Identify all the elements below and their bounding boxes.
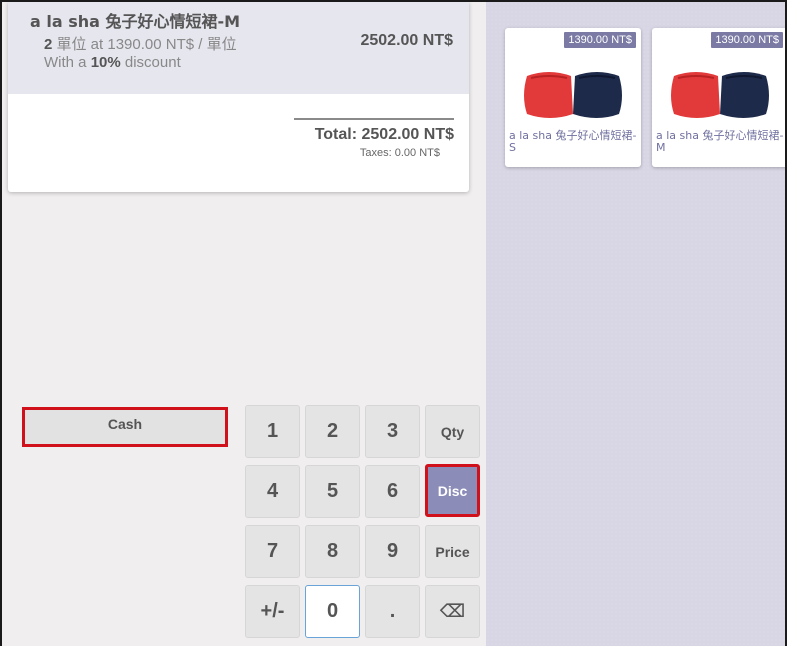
product-image	[524, 72, 622, 118]
discount-value: 10%	[90, 54, 121, 71]
product-price-tag: 1390.00 NT$	[710, 31, 784, 49]
numpad-key-dot[interactable]: .	[365, 585, 420, 638]
numpad-key-9[interactable]: 9	[365, 525, 420, 578]
order-total: Total: 2502.00 NT$	[314, 126, 454, 143]
numpad-key-0[interactable]: 0	[305, 585, 360, 638]
price-mode-button[interactable]: Price	[425, 525, 480, 578]
order-summary: Total: 2502.00 NT$ Taxes: 0.00 NT$	[294, 118, 454, 159]
numpad-key-5[interactable]: 5	[305, 465, 360, 518]
numpad-key-2[interactable]: 2	[305, 405, 360, 458]
qty-mode-button[interactable]: Qty	[425, 405, 480, 458]
product-image	[671, 72, 769, 118]
orderline-quantity-info: 2 單位 at 1390.00 NT$ / 單位	[44, 33, 237, 54]
product-name: a la sha 兔子好心情短裙-S	[509, 129, 637, 154]
numpad-key-3[interactable]: 3	[365, 405, 420, 458]
cash-payment-button[interactable]: Cash	[22, 407, 228, 447]
numpad-key-6[interactable]: 6	[365, 465, 420, 518]
orderline-price: 2502.00 NT$	[360, 32, 453, 49]
product-name: a la sha 兔子好心情短裙-M	[656, 129, 784, 154]
orderline-unit-text: 單位 at 1390.00 NT$ / 單位	[52, 36, 237, 53]
pos-screen: a la sha 兔子好心情短裙-M 2 單位 at 1390.00 NT$ /…	[0, 0, 787, 646]
discount-suffix: discount	[120, 54, 181, 71]
numpad-key-plusminus[interactable]: +/-	[245, 585, 300, 638]
numpad-key-8[interactable]: 8	[305, 525, 360, 578]
numpad-key-7[interactable]: 7	[245, 525, 300, 578]
backspace-icon[interactable]: ⌫	[425, 585, 480, 638]
discount-prefix: With a	[44, 54, 91, 71]
disc-mode-button[interactable]: Disc	[425, 464, 480, 517]
orderline-product-name: a la sha 兔子好心情短裙-M	[30, 12, 241, 31]
order-taxes: Taxes: 0.00 NT$	[359, 147, 440, 159]
product-list-pane: 1390.00 NT$ a la sha 兔子好心情短裙-S 1390.00 N…	[486, 2, 785, 646]
orderline-discount-info: With a 10% discount	[44, 54, 181, 71]
numpad-key-4[interactable]: 4	[245, 465, 300, 518]
product-card[interactable]: 1390.00 NT$ a la sha 兔子好心情短裙-M	[652, 28, 785, 167]
order-card: a la sha 兔子好心情短裙-M 2 單位 at 1390.00 NT$ /…	[8, 2, 469, 192]
product-card[interactable]: 1390.00 NT$ a la sha 兔子好心情短裙-S	[505, 28, 641, 167]
product-price-tag: 1390.00 NT$	[563, 31, 637, 49]
numpad-key-1[interactable]: 1	[245, 405, 300, 458]
order-pane: a la sha 兔子好心情短裙-M 2 單位 at 1390.00 NT$ /…	[2, 2, 486, 646]
orderline-selected[interactable]: a la sha 兔子好心情短裙-M 2 單位 at 1390.00 NT$ /…	[8, 2, 469, 94]
